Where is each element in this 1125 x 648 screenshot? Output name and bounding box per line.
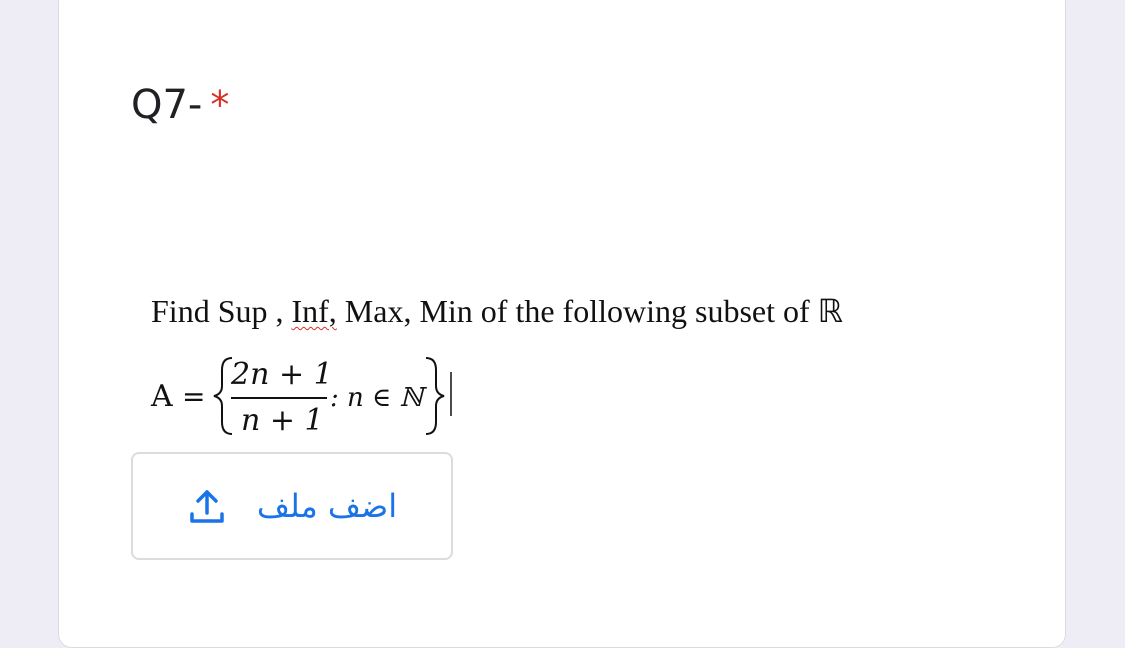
- set-formula: A = 2n + 1 n + 1 : n ∈ ℕ: [150, 357, 452, 438]
- upload-icon: [190, 490, 224, 523]
- right-brace: [425, 357, 445, 435]
- spellcheck-underlined-word: Inf,: [291, 293, 337, 329]
- left-brace: [213, 357, 233, 435]
- formula-equals: =: [182, 380, 205, 413]
- formula-condition: : n ∈ ℕ: [330, 383, 428, 413]
- formula-denominator: n + 1: [241, 403, 324, 438]
- problem-text-part1: Find Sup ,: [151, 293, 292, 329]
- add-file-button[interactable]: اضف ملف: [131, 452, 453, 560]
- problem-text-part3: Max, Min of the following subset of ℝ: [336, 293, 843, 329]
- formula-lhs: A: [150, 379, 173, 414]
- formula-numerator: 2n + 1: [230, 357, 333, 392]
- add-file-label: اضف ملف: [256, 487, 398, 525]
- required-asterisk: *: [210, 83, 230, 127]
- question-number: Q7-: [131, 82, 203, 128]
- question-image: Find Sup , Inf, Max, Min of the followin…: [140, 280, 900, 450]
- problem-statement: Find Sup , Inf, Max, Min of the followin…: [151, 291, 843, 331]
- question-title: Q7- *: [131, 80, 229, 130]
